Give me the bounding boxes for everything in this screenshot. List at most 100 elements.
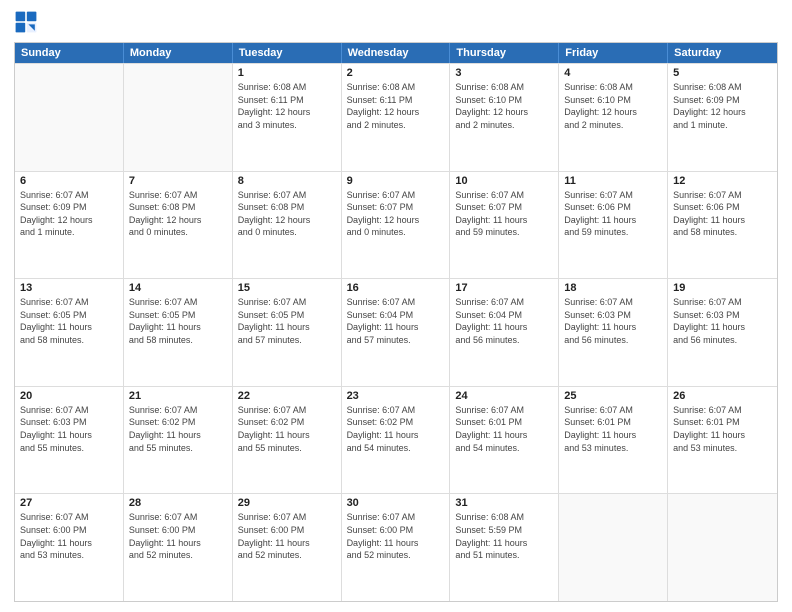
calendar-cell: 24 Sunrise: 6:07 AMSunset: 6:01 PMDayligh… <box>450 387 559 494</box>
cell-info: Sunrise: 6:07 AMSunset: 6:01 PMDaylight:… <box>673 404 772 454</box>
calendar-cell: 26 Sunrise: 6:07 AMSunset: 6:01 PMDayligh… <box>668 387 777 494</box>
calendar-cell: 3Sunrise: 6:08 AMSunset: 6:10 PMDaylight… <box>450 64 559 171</box>
cell-info: Sunrise: 6:07 AMSunset: 6:05 PMDaylight:… <box>129 296 227 346</box>
calendar-cell: 27Sunrise: 6:07 AMSunset: 6:00 PMDayligh… <box>15 494 124 601</box>
cell-info: Sunrise: 6:08 AMSunset: 5:59 PMDaylight:… <box>455 511 553 561</box>
cell-info: Sunrise: 6:08 AMSunset: 6:11 PMDaylight:… <box>347 81 445 131</box>
cell-info: Sunrise: 6:07 AMSunset: 6:04 PMDaylight:… <box>455 296 553 346</box>
day-number: 7 <box>129 175 227 187</box>
logo <box>14 10 42 34</box>
calendar-cell <box>668 494 777 601</box>
calendar-cell: 2 Sunrise: 6:08 AMSunset: 6:11 PMDaylight… <box>342 64 451 171</box>
calendar-cell: 17 Sunrise: 6:07 AMSunset: 6:04 PMDayligh… <box>450 279 559 386</box>
calendar-row: 20 Sunrise: 6:07 AMSunset: 6:03 PMDayligh… <box>15 386 777 494</box>
day-number: 2 <box>347 67 445 79</box>
cell-info: Sunrise: 6:07 AMSunset: 6:02 PMDaylight:… <box>129 404 227 454</box>
calendar-cell: 23 Sunrise: 6:07 AMSunset: 6:02 PMDayligh… <box>342 387 451 494</box>
calendar-cell <box>124 64 233 171</box>
day-number: 29 <box>238 497 336 509</box>
cell-info: Sunrise: 6:07 AMSunset: 6:00 PMDaylight:… <box>238 511 336 561</box>
calendar-cell: 9 Sunrise: 6:07 AMSunset: 6:07 PMDaylight… <box>342 172 451 279</box>
calendar-cell: 29 Sunrise: 6:07 AMSunset: 6:00 PMDayligh… <box>233 494 342 601</box>
cell-info: Sunrise: 6:07 AMSunset: 6:08 PMDaylight:… <box>129 189 227 239</box>
cell-info: Sunrise: 6:07 AMSunset: 6:09 PMDaylight:… <box>20 189 118 239</box>
header <box>14 10 778 34</box>
cell-info: Sunrise: 6:07 AMSunset: 6:00 PMDaylight:… <box>347 511 445 561</box>
day-number: 12 <box>673 175 772 187</box>
calendar-cell: 4 Sunrise: 6:08 AMSunset: 6:10 PMDaylight… <box>559 64 668 171</box>
calendar: SundayMondayTuesdayWednesdayThursdayFrid… <box>14 42 778 602</box>
calendar-cell: 25 Sunrise: 6:07 AMSunset: 6:01 PMDayligh… <box>559 387 668 494</box>
cell-info: Sunrise: 6:07 AMSunset: 6:01 PMDaylight:… <box>455 404 553 454</box>
weekday-header: Wednesday <box>342 43 451 63</box>
weekday-header: Saturday <box>668 43 777 63</box>
cell-info: Sunrise: 6:08 AMSunset: 6:09 PMDaylight:… <box>673 81 772 131</box>
cell-info: Sunrise: 6:07 AMSunset: 6:01 PMDaylight:… <box>564 404 662 454</box>
day-number: 1 <box>238 67 336 79</box>
calendar-cell: 19Sunrise: 6:07 AMSunset: 6:03 PMDayligh… <box>668 279 777 386</box>
day-number: 4 <box>564 67 662 79</box>
day-number: 21 <box>129 390 227 402</box>
day-number: 9 <box>347 175 445 187</box>
cell-info: Sunrise: 6:07 AMSunset: 6:07 PMDaylight:… <box>347 189 445 239</box>
calendar-cell: 1 Sunrise: 6:08 AMSunset: 6:11 PMDaylight… <box>233 64 342 171</box>
calendar-cell: 18Sunrise: 6:07 AMSunset: 6:03 PMDayligh… <box>559 279 668 386</box>
day-number: 6 <box>20 175 118 187</box>
weekday-header: Monday <box>124 43 233 63</box>
cell-info: Sunrise: 6:08 AMSunset: 6:10 PMDaylight:… <box>564 81 662 131</box>
calendar-row: 6 Sunrise: 6:07 AMSunset: 6:09 PMDaylight… <box>15 171 777 279</box>
calendar-cell: 11Sunrise: 6:07 AMSunset: 6:06 PMDayligh… <box>559 172 668 279</box>
weekday-header: Sunday <box>15 43 124 63</box>
calendar-cell: 28 Sunrise: 6:07 AMSunset: 6:00 PMDayligh… <box>124 494 233 601</box>
calendar-cell <box>15 64 124 171</box>
cell-info: Sunrise: 6:07 AMSunset: 6:02 PMDaylight:… <box>238 404 336 454</box>
calendar-cell: 5 Sunrise: 6:08 AMSunset: 6:09 PMDaylight… <box>668 64 777 171</box>
day-number: 22 <box>238 390 336 402</box>
day-number: 20 <box>20 390 118 402</box>
cell-info: Sunrise: 6:07 AMSunset: 6:05 PMDaylight:… <box>20 296 118 346</box>
cell-info: Sunrise: 6:07 AMSunset: 6:03 PMDaylight:… <box>564 296 662 346</box>
day-number: 25 <box>564 390 662 402</box>
calendar-cell: 6 Sunrise: 6:07 AMSunset: 6:09 PMDaylight… <box>15 172 124 279</box>
calendar-page: SundayMondayTuesdayWednesdayThursdayFrid… <box>0 0 792 612</box>
calendar-cell: 21 Sunrise: 6:07 AMSunset: 6:02 PMDayligh… <box>124 387 233 494</box>
calendar-cell: 22 Sunrise: 6:07 AMSunset: 6:02 PMDayligh… <box>233 387 342 494</box>
cell-info: Sunrise: 6:07 AMSunset: 6:04 PMDaylight:… <box>347 296 445 346</box>
day-number: 8 <box>238 175 336 187</box>
day-number: 30 <box>347 497 445 509</box>
day-number: 13 <box>20 282 118 294</box>
cell-info: Sunrise: 6:07 AMSunset: 6:08 PMDaylight:… <box>238 189 336 239</box>
calendar-cell: 13 Sunrise: 6:07 AMSunset: 6:05 PMDayligh… <box>15 279 124 386</box>
day-number: 26 <box>673 390 772 402</box>
cell-info: Sunrise: 6:07 AMSunset: 6:02 PMDaylight:… <box>347 404 445 454</box>
calendar-header: SundayMondayTuesdayWednesdayThursdayFrid… <box>15 43 777 63</box>
calendar-cell <box>559 494 668 601</box>
day-number: 14 <box>129 282 227 294</box>
day-number: 5 <box>673 67 772 79</box>
day-number: 24 <box>455 390 553 402</box>
weekday-header: Friday <box>559 43 668 63</box>
day-number: 23 <box>347 390 445 402</box>
cell-info: Sunrise: 6:08 AMSunset: 6:11 PMDaylight:… <box>238 81 336 131</box>
logo-icon <box>14 10 38 34</box>
calendar-cell: 15Sunrise: 6:07 AMSunset: 6:05 PMDayligh… <box>233 279 342 386</box>
calendar-row: 27Sunrise: 6:07 AMSunset: 6:00 PMDayligh… <box>15 493 777 601</box>
day-number: 19 <box>673 282 772 294</box>
cell-info: Sunrise: 6:07 AMSunset: 6:03 PMDaylight:… <box>20 404 118 454</box>
calendar-cell: 7 Sunrise: 6:07 AMSunset: 6:08 PMDaylight… <box>124 172 233 279</box>
weekday-header: Thursday <box>450 43 559 63</box>
day-number: 17 <box>455 282 553 294</box>
cell-info: Sunrise: 6:07 AMSunset: 6:00 PMDaylight:… <box>129 511 227 561</box>
calendar-cell: 16Sunrise: 6:07 AMSunset: 6:04 PMDayligh… <box>342 279 451 386</box>
cell-info: Sunrise: 6:07 AMSunset: 6:06 PMDaylight:… <box>564 189 662 239</box>
calendar-body: 1 Sunrise: 6:08 AMSunset: 6:11 PMDaylight… <box>15 63 777 601</box>
day-number: 28 <box>129 497 227 509</box>
calendar-cell: 8 Sunrise: 6:07 AMSunset: 6:08 PMDaylight… <box>233 172 342 279</box>
calendar-cell: 14 Sunrise: 6:07 AMSunset: 6:05 PMDayligh… <box>124 279 233 386</box>
calendar-row: 13 Sunrise: 6:07 AMSunset: 6:05 PMDayligh… <box>15 278 777 386</box>
calendar-row: 1 Sunrise: 6:08 AMSunset: 6:11 PMDaylight… <box>15 63 777 171</box>
cell-info: Sunrise: 6:07 AMSunset: 6:07 PMDaylight:… <box>455 189 553 239</box>
calendar-cell: 20 Sunrise: 6:07 AMSunset: 6:03 PMDayligh… <box>15 387 124 494</box>
calendar-cell: 31Sunrise: 6:08 AMSunset: 5:59 PMDayligh… <box>450 494 559 601</box>
day-number: 3 <box>455 67 553 79</box>
